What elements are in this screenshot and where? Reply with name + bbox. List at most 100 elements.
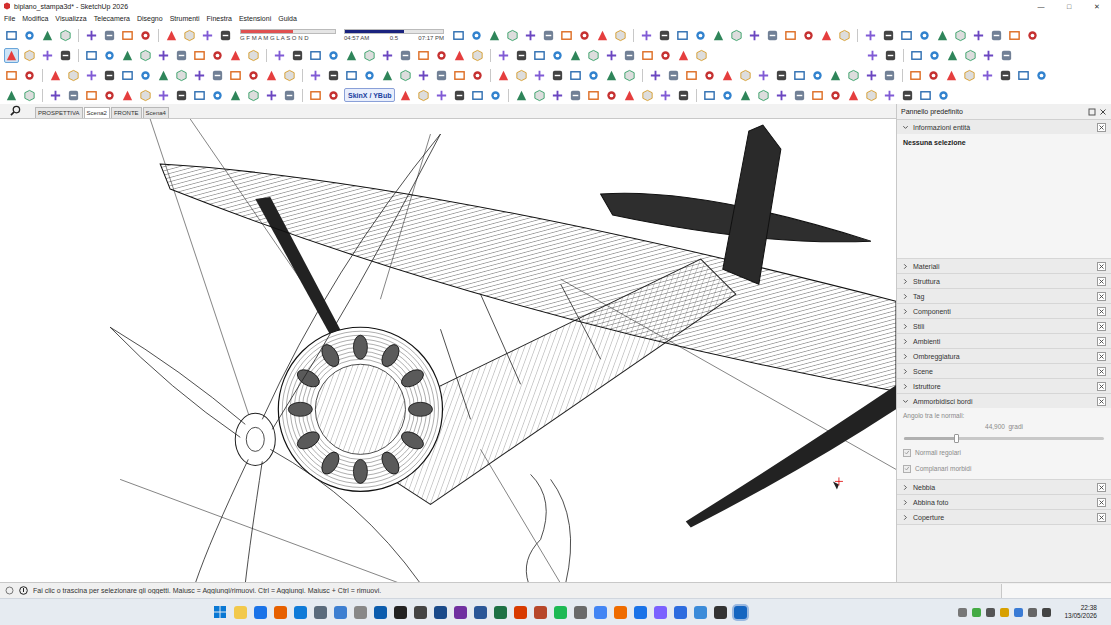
tray-section-header[interactable]: Nebbia bbox=[897, 480, 1111, 494]
tool-icon[interactable] bbox=[452, 88, 467, 103]
menu-item[interactable]: Telecamera bbox=[94, 15, 130, 22]
taskbar-app-icon[interactable] bbox=[274, 606, 287, 619]
time-slider[interactable] bbox=[344, 29, 444, 34]
tool-icon[interactable] bbox=[22, 88, 37, 103]
tool-icon[interactable] bbox=[613, 28, 628, 43]
tool-icon[interactable] bbox=[496, 68, 511, 83]
tray-section-header[interactable]: Tag bbox=[897, 289, 1111, 303]
tool-icon[interactable] bbox=[452, 68, 467, 83]
taskbar-app-icon[interactable] bbox=[694, 606, 707, 619]
taskbar-app-icon[interactable] bbox=[554, 606, 567, 619]
tool-icon[interactable] bbox=[138, 28, 153, 43]
angle-slider[interactable] bbox=[904, 437, 1104, 440]
tool-icon[interactable] bbox=[488, 88, 503, 103]
biplane-model[interactable] bbox=[0, 119, 896, 582]
tool-icon[interactable] bbox=[865, 48, 880, 63]
tool-icon[interactable] bbox=[908, 68, 923, 83]
taskbar-app-icon[interactable] bbox=[414, 606, 427, 619]
tool-icon[interactable] bbox=[380, 68, 395, 83]
tool-icon[interactable] bbox=[900, 88, 915, 103]
tool-icon[interactable] bbox=[451, 28, 466, 43]
chevron-right-icon[interactable] bbox=[902, 263, 909, 270]
scene-tab[interactable]: FRONTE bbox=[111, 107, 142, 118]
tool-icon[interactable] bbox=[918, 88, 933, 103]
tool-icon[interactable] bbox=[470, 68, 485, 83]
tool-icon[interactable] bbox=[658, 88, 673, 103]
tool-icon[interactable] bbox=[989, 28, 1004, 43]
tool-icon[interactable] bbox=[577, 28, 592, 43]
tool-icon[interactable] bbox=[801, 28, 816, 43]
tray-section-header[interactable]: Stili bbox=[897, 319, 1111, 333]
close-section-icon[interactable] bbox=[1097, 307, 1106, 316]
tool-icon[interactable] bbox=[963, 48, 978, 63]
chevron-right-icon[interactable] bbox=[902, 323, 909, 330]
tool-icon[interactable] bbox=[981, 48, 996, 63]
tool-icon[interactable] bbox=[882, 68, 897, 83]
menu-item[interactable]: Guida bbox=[278, 15, 297, 22]
tool-icon[interactable] bbox=[58, 28, 73, 43]
tool-icon[interactable] bbox=[398, 48, 413, 63]
tool-icon[interactable] bbox=[595, 28, 610, 43]
tool-icon[interactable] bbox=[532, 48, 547, 63]
tool-icon[interactable] bbox=[210, 48, 225, 63]
chevron-right-icon[interactable] bbox=[902, 308, 909, 315]
tool-icon[interactable] bbox=[102, 48, 117, 63]
tool-icon[interactable] bbox=[84, 68, 99, 83]
tool-icon[interactable] bbox=[102, 28, 117, 43]
tool-icon[interactable] bbox=[326, 68, 341, 83]
taskbar-app-icon[interactable] bbox=[634, 606, 647, 619]
tool-icon[interactable] bbox=[138, 48, 153, 63]
checkbox[interactable] bbox=[903, 465, 911, 473]
tool-icon[interactable] bbox=[568, 68, 583, 83]
tool-icon[interactable] bbox=[711, 28, 726, 43]
tool-icon[interactable] bbox=[272, 48, 287, 63]
tool-icon[interactable] bbox=[864, 68, 879, 83]
tool-icon[interactable] bbox=[774, 88, 789, 103]
chevron-right-icon[interactable] bbox=[902, 499, 909, 506]
tool-icon[interactable] bbox=[792, 88, 807, 103]
clock[interactable]: 22:3813/05/2026 bbox=[1064, 604, 1097, 620]
tool-icon[interactable] bbox=[586, 68, 601, 83]
tool-icon[interactable] bbox=[246, 68, 261, 83]
taskbar-app-icon[interactable] bbox=[594, 606, 607, 619]
close-section-icon[interactable] bbox=[1097, 382, 1106, 391]
tool-icon[interactable] bbox=[344, 68, 359, 83]
tool-icon[interactable] bbox=[66, 88, 81, 103]
tool-icon[interactable] bbox=[846, 68, 861, 83]
tool-icon[interactable] bbox=[4, 68, 19, 83]
close-section-icon[interactable] bbox=[1097, 337, 1106, 346]
tool-icon[interactable] bbox=[935, 28, 950, 43]
pin-icon[interactable] bbox=[1088, 108, 1096, 116]
tool-icon[interactable] bbox=[416, 88, 431, 103]
tool-icon[interactable] bbox=[720, 88, 735, 103]
tool-icon[interactable] bbox=[102, 68, 117, 83]
close-tray-icon[interactable] bbox=[1099, 108, 1107, 116]
taskbar-app-icon[interactable] bbox=[734, 606, 747, 619]
tool-icon[interactable] bbox=[246, 88, 261, 103]
tool-icon[interactable] bbox=[882, 88, 897, 103]
tool-icon[interactable] bbox=[694, 48, 709, 63]
tool-icon[interactable] bbox=[917, 28, 932, 43]
chevron-right-icon[interactable] bbox=[902, 338, 909, 345]
tray-icon[interactable] bbox=[1014, 608, 1023, 617]
tool-icon[interactable] bbox=[192, 48, 207, 63]
tool-icon[interactable] bbox=[738, 88, 753, 103]
tool-icon[interactable] bbox=[604, 48, 619, 63]
chevron-right-icon[interactable] bbox=[902, 368, 909, 375]
window-control-button[interactable]: — bbox=[1027, 3, 1055, 10]
tool-icon[interactable] bbox=[657, 28, 672, 43]
tool-icon[interactable] bbox=[469, 28, 484, 43]
menu-item[interactable]: Disegno bbox=[137, 15, 163, 22]
taskbar-app-icon[interactable] bbox=[614, 606, 627, 619]
tool-icon[interactable] bbox=[514, 48, 529, 63]
tool-icon[interactable] bbox=[156, 48, 171, 63]
tool-icon[interactable] bbox=[783, 28, 798, 43]
tool-icon[interactable] bbox=[765, 28, 780, 43]
tool-icon[interactable] bbox=[738, 68, 753, 83]
tool-icon[interactable] bbox=[559, 28, 574, 43]
close-section-icon[interactable] bbox=[1097, 277, 1106, 286]
tool-icon[interactable] bbox=[568, 48, 583, 63]
tool-icon[interactable] bbox=[586, 88, 601, 103]
tool-icon[interactable] bbox=[505, 28, 520, 43]
tool-icon[interactable] bbox=[640, 48, 655, 63]
